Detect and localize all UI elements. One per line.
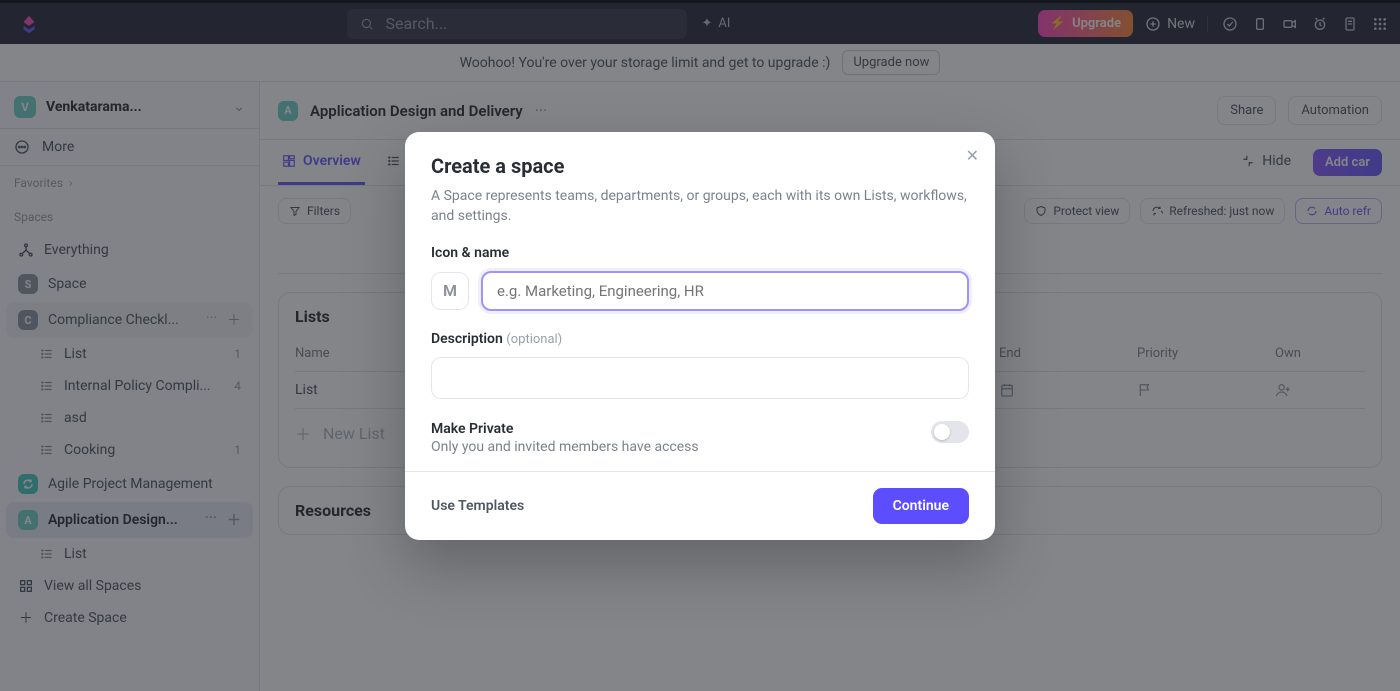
description-label: Description (optional) [431, 331, 969, 347]
icon-name-label: Icon & name [431, 245, 969, 261]
modal-title: Create a space [431, 154, 969, 178]
close-icon[interactable]: ✕ [966, 146, 979, 165]
create-space-modal: ✕ Create a space A Space represents team… [405, 132, 995, 540]
continue-button[interactable]: Continue [873, 488, 969, 524]
private-subtitle: Only you and invited members have access [431, 439, 699, 455]
space-description-input[interactable] [431, 357, 969, 399]
modal-subtitle: A Space represents teams, departments, o… [431, 186, 969, 227]
space-name-input[interactable] [481, 271, 969, 311]
private-title: Make Private [431, 421, 699, 437]
use-templates-link[interactable]: Use Templates [431, 498, 524, 514]
private-toggle[interactable] [931, 421, 969, 443]
space-icon-picker[interactable]: M [431, 272, 469, 310]
